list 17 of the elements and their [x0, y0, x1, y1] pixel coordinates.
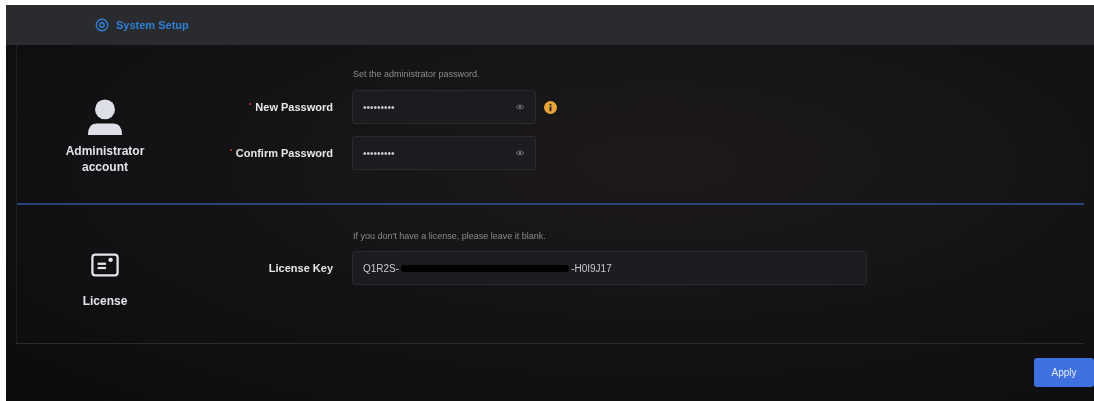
field-label: Confirm Password: [235, 147, 333, 159]
section-title: License: [81, 293, 129, 309]
eye-icon: [515, 103, 525, 111]
apply-button[interactable]: Apply: [1034, 358, 1094, 387]
section-title: Administrator account: [64, 143, 146, 175]
password-field[interactable]: •••••••••: [352, 136, 536, 170]
hint-text: Set the administrator password.: [353, 69, 481, 79]
license-key-field[interactable]: Q1R2S- -H0I9J17: [352, 251, 867, 285]
eye-icon: [515, 149, 525, 157]
field-label: License Key: [268, 262, 333, 274]
user-icon: [85, 98, 125, 135]
field-label: New Password: [255, 101, 333, 113]
card-icon: [91, 253, 119, 277]
settings-icon: [95, 18, 109, 32]
header-title: System Setup: [116, 19, 189, 31]
password-field[interactable]: •••••••••: [352, 90, 536, 124]
hint-text: If you don't have a license, please leave it blank.: [353, 231, 547, 241]
